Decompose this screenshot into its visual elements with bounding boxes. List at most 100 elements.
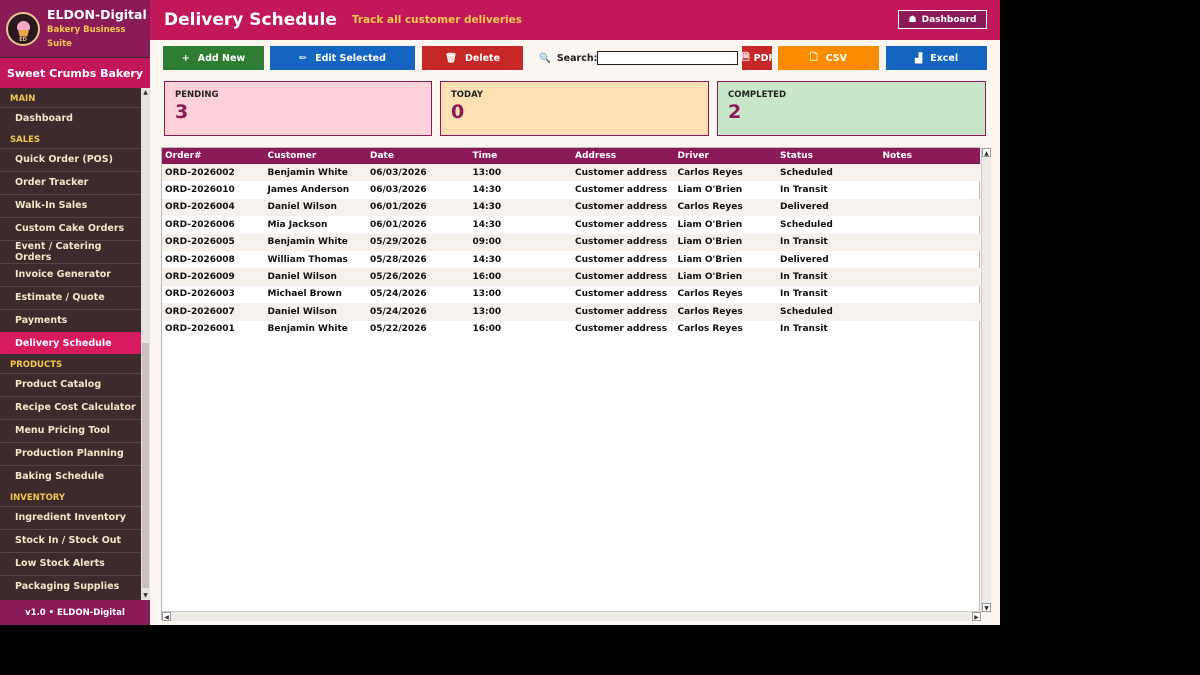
table-cell: In Transit — [780, 289, 828, 300]
table-cell: ORD-2026001 — [165, 324, 235, 335]
column-header-driver[interactable]: Driver — [675, 148, 778, 164]
column-header-order[interactable]: Order# — [162, 148, 265, 164]
table-cell: 14:30 — [472, 219, 502, 230]
sidebar-item-production-planning[interactable]: Production Planning — [0, 442, 141, 464]
delete-button[interactable]: 🗑 Delete — [422, 46, 523, 70]
sidebar-item-recipe-cost-calculator[interactable]: Recipe Cost Calculator — [0, 396, 141, 418]
pencil-icon: ✏ — [299, 52, 308, 64]
table-cell — [880, 303, 980, 320]
sidebar-item-custom-cake-orders[interactable]: Custom Cake Orders — [0, 217, 141, 239]
table-cell — [880, 216, 980, 233]
scroll-up-icon[interactable]: ▲ — [141, 88, 150, 97]
sidebar-item-walk-in-sales[interactable]: Walk-In Sales — [0, 194, 141, 216]
table-vertical-scrollbar[interactable]: ▲ ▼ — [981, 148, 991, 612]
sidebar-nav: MAIN Dashboard SALES Quick Order (POS) Order… — [0, 88, 141, 600]
sidebar-item-order-tracker[interactable]: Order Tracker — [0, 171, 141, 193]
table-cell: 05/22/2026 — [370, 324, 427, 335]
table-row[interactable]: ORD-2026006 Mia Jackson 06/01/2026 14:30 Cus… — [162, 216, 980, 233]
sidebar-item-product-catalog[interactable]: Product Catalog — [0, 373, 141, 395]
sidebar-item-dashboard[interactable]: Dashboard — [0, 107, 141, 129]
pdf-label: PDF — [753, 52, 772, 64]
table-cell: William Thomas — [267, 254, 348, 265]
table-cell — [880, 199, 980, 216]
table-cell: 05/28/2026 — [370, 254, 427, 265]
table-cell: 13:00 — [472, 306, 502, 317]
table-cell: Carlos Reyes — [677, 202, 743, 213]
scroll-right-icon[interactable]: ▶ — [972, 612, 981, 621]
sidebar-scrollbar[interactable]: ▲ ▼ — [141, 88, 150, 600]
nav-section-main: MAIN — [10, 94, 36, 104]
table-row[interactable]: ORD-2026008 William Thomas 05/28/2026 14:30… — [162, 251, 980, 268]
file-icon: 🗋 — [810, 52, 818, 63]
table-cell: ORD-2026008 — [165, 254, 235, 265]
search-label: 🔍 Search: — [539, 52, 598, 64]
sidebar-item-baking-schedule[interactable]: Baking Schedule — [0, 465, 141, 487]
column-header-notes[interactable]: Notes — [880, 148, 980, 164]
table-row[interactable]: ORD-2026004 Daniel Wilson 06/01/2026 14:30 C… — [162, 198, 980, 217]
table-row[interactable]: ORD-2026005 Benjamin White 05/29/2026 09:00… — [162, 233, 980, 251]
search-input[interactable] — [597, 51, 738, 65]
scrollbar-thumb[interactable] — [142, 343, 149, 588]
table-row[interactable]: ORD-2026009 Daniel Wilson 05/26/2026 16:00 C… — [162, 268, 980, 286]
version-footer: v1.0 • ELDON-Digital — [0, 600, 150, 625]
table-cell — [880, 251, 980, 268]
table-cell: Customer address — [575, 167, 668, 178]
scroll-down-icon[interactable]: ▼ — [141, 591, 150, 600]
table-row[interactable]: ORD-2026003 Michael Brown 05/24/2026 13:00 C… — [162, 286, 980, 303]
table-cell: In Transit — [780, 185, 828, 196]
table-cell: Carlos Reyes — [677, 324, 743, 335]
table-horizontal-scrollbar[interactable]: ◀ ▶ — [162, 611, 981, 621]
table-cell — [880, 268, 980, 285]
sidebar-item-delivery-schedule[interactable]: Delivery Schedule — [0, 332, 141, 354]
table-row[interactable]: ORD-2026007 Daniel Wilson 05/24/2026 13:00 C… — [162, 303, 980, 321]
dashboard-button[interactable]: ☗ Dashboard — [898, 10, 987, 29]
sidebar-item-payments[interactable]: Payments — [0, 309, 141, 331]
sidebar-item-stock-in-stock-out[interactable]: Stock In / Stock Out — [0, 529, 141, 551]
column-header-time[interactable]: Time — [470, 148, 573, 164]
nav-section-sales: SALES — [10, 135, 41, 145]
table-cell: ORD-2026004 — [165, 202, 235, 213]
sidebar-item-event-catering-orders[interactable]: Event / Catering Orders — [0, 240, 141, 263]
edit-selected-button[interactable]: ✏ Edit Selected — [270, 46, 415, 70]
sidebar-item-invoice-generator[interactable]: Invoice Generator — [0, 263, 141, 285]
table-cell: Liam O'Brien — [677, 237, 743, 248]
table-cell: 06/01/2026 — [370, 219, 427, 230]
table-cell: ORD-2026003 — [165, 289, 235, 300]
table-cell: 14:30 — [472, 185, 502, 196]
table-cell: 06/01/2026 — [370, 202, 427, 213]
table-cell: Benjamin White — [267, 237, 348, 248]
column-header-address[interactable]: Address — [572, 148, 675, 164]
column-header-customer[interactable]: Customer — [265, 148, 368, 164]
table-cell: ORD-2026007 — [165, 306, 235, 317]
table-cell: In Transit — [780, 272, 828, 283]
sidebar-item-packaging-supplies[interactable]: Packaging Supplies — [0, 575, 141, 597]
export-csv-button[interactable]: 🗋 CSV — [778, 46, 879, 70]
scroll-left-icon[interactable]: ◀ — [162, 612, 171, 621]
table-row[interactable]: ORD-2026010 James Anderson 06/03/2026 14:30… — [162, 181, 980, 198]
chart-icon: ▟ — [914, 52, 923, 64]
table-cell: Customer address — [575, 289, 668, 300]
sidebar-item-ingredient-inventory[interactable]: Ingredient Inventory — [0, 506, 141, 528]
table-cell: 14:30 — [472, 202, 502, 213]
scroll-down-icon[interactable]: ▼ — [982, 603, 991, 612]
sidebar-item-menu-pricing-tool[interactable]: Menu Pricing Tool — [0, 419, 141, 441]
sidebar-item-low-stock-alerts[interactable]: Low Stock Alerts — [0, 552, 141, 574]
table-cell: Daniel Wilson — [267, 306, 337, 317]
sidebar-item-estimate-quote[interactable]: Estimate / Quote — [0, 286, 141, 308]
stat-label: TODAY — [451, 90, 483, 100]
add-new-button[interactable]: + Add New — [163, 46, 264, 70]
column-header-status[interactable]: Status — [777, 148, 880, 164]
export-excel-button[interactable]: ▟ Excel — [886, 46, 987, 70]
table-row[interactable]: ORD-2026002 Benjamin White 06/03/2026 13:00… — [162, 164, 980, 182]
table-row[interactable]: ORD-2026001 Benjamin White 05/22/2026 16:00… — [162, 321, 980, 338]
table-cell — [880, 181, 980, 198]
table-cell: Mia Jackson — [267, 219, 328, 230]
stat-value: 2 — [728, 101, 742, 123]
export-pdf-button[interactable]: 🗎 PDF — [742, 46, 772, 70]
table-cell: Carlos Reyes — [677, 306, 743, 317]
column-header-date[interactable]: Date — [367, 148, 470, 164]
table-cell: 14:30 — [472, 254, 502, 265]
scroll-up-icon[interactable]: ▲ — [982, 148, 991, 157]
table-cell: Benjamin White — [267, 324, 348, 335]
sidebar-item-quick-order-pos[interactable]: Quick Order (POS) — [0, 148, 141, 170]
